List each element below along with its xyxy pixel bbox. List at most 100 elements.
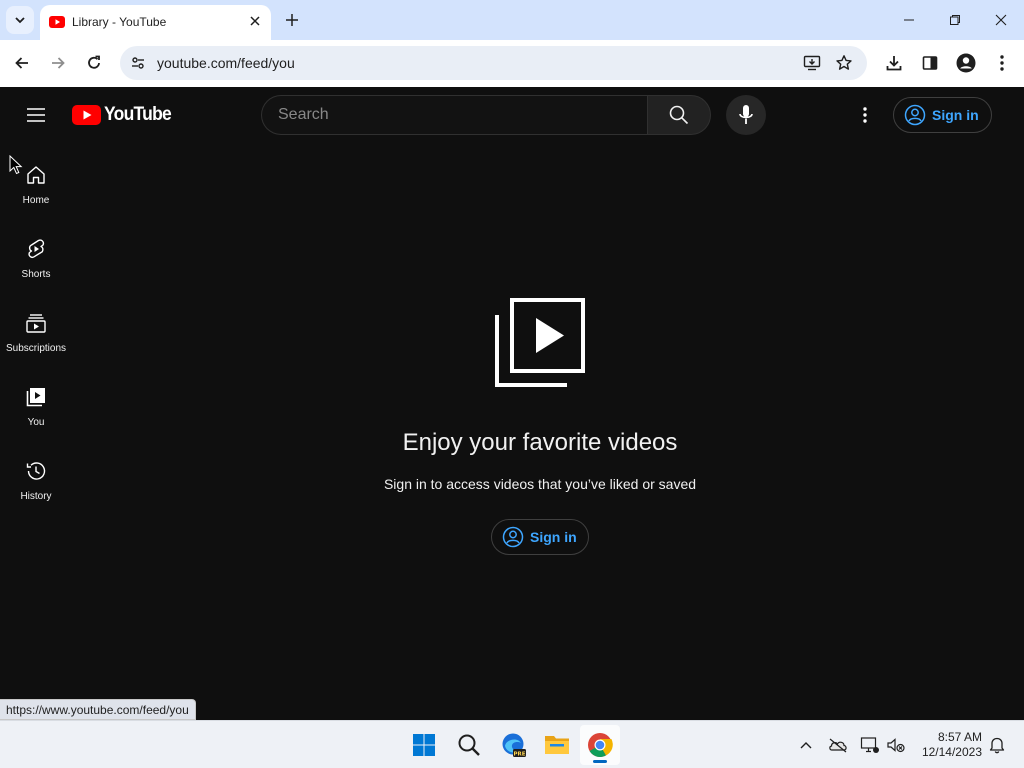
- chevron-down-icon: [15, 17, 25, 24]
- show-hidden-icons-button[interactable]: [794, 733, 818, 757]
- window-close-button[interactable]: [991, 10, 1011, 30]
- edge-beta-app[interactable]: PRE: [494, 725, 534, 765]
- microphone-icon: [739, 105, 753, 124]
- browser-toolbar: youtube.com/feed/you: [0, 40, 1024, 87]
- onedrive-icon: [829, 738, 847, 753]
- side-panel-icon: [922, 56, 938, 70]
- svg-text:PRE: PRE: [513, 751, 525, 757]
- forward-icon: [52, 57, 65, 69]
- youtube-wordmark: YouTube: [104, 104, 172, 125]
- chrome-app[interactable]: [580, 725, 620, 765]
- search-input[interactable]: [278, 105, 628, 125]
- side-panel-button[interactable]: [918, 51, 942, 75]
- guide-item-you[interactable]: You: [0, 365, 72, 439]
- sign-in-label: Sign in: [530, 529, 577, 545]
- restore-button[interactable]: [945, 10, 965, 30]
- volume-muted-icon: [887, 738, 905, 753]
- hamburger-menu-icon: [27, 108, 45, 122]
- link-status-bubble: https://www.youtube.com/feed/you: [0, 699, 196, 720]
- taskbar-clock[interactable]: 8:57 AM 12/14/2023: [912, 730, 982, 760]
- browser-tab[interactable]: Library - YouTube: [40, 5, 271, 40]
- start-button[interactable]: [404, 725, 444, 765]
- network-tray-button[interactable]: [858, 733, 882, 757]
- play-library-illustration-icon: [495, 298, 585, 387]
- youtube-logo[interactable]: YouTube: [72, 104, 177, 126]
- downloads-button[interactable]: [882, 51, 906, 75]
- site-info-button[interactable]: [129, 54, 147, 72]
- browser-tab-strip: Library - YouTube: [0, 0, 1024, 40]
- guide-item-label: You: [27, 417, 45, 428]
- bookmark-star-icon: [836, 55, 852, 70]
- file-explorer-app[interactable]: [537, 725, 577, 765]
- windows-start-icon: [413, 734, 435, 756]
- mouse-cursor-icon: [9, 155, 23, 175]
- tab-search-button[interactable]: [6, 6, 34, 34]
- minimize-button[interactable]: [899, 10, 919, 30]
- file-explorer-icon: [545, 736, 569, 754]
- downloads-icon: [886, 56, 902, 71]
- guide-item-label: History: [20, 491, 52, 502]
- sign-in-button-header[interactable]: Sign in: [893, 97, 992, 133]
- more-vertical-icon: [863, 107, 867, 123]
- you-library-icon: [24, 385, 48, 409]
- volume-tray-button[interactable]: [884, 733, 908, 757]
- chrome-menu-button[interactable]: [990, 51, 1014, 75]
- plus-icon: [286, 14, 298, 26]
- chrome-menu-icon: [1000, 55, 1004, 71]
- account-circle-icon: [904, 104, 926, 126]
- network-icon: [860, 737, 879, 753]
- settings-more-button[interactable]: [853, 103, 877, 127]
- notification-center-button[interactable]: [985, 733, 1009, 757]
- tab-title: Library - YouTube: [72, 15, 167, 29]
- reload-button[interactable]: [82, 51, 106, 75]
- chevron-up-icon: [800, 742, 812, 749]
- tab-close-button[interactable]: [247, 13, 263, 29]
- profile-button[interactable]: [954, 51, 978, 75]
- chrome-icon: [588, 733, 613, 758]
- reload-icon: [88, 55, 100, 69]
- forward-button[interactable]: [46, 51, 70, 75]
- guide-item-label: Subscriptions: [5, 343, 67, 354]
- address-bar[interactable]: youtube.com/feed/you: [120, 46, 867, 80]
- shorts-icon: [24, 237, 48, 261]
- install-app-icon: [803, 55, 821, 71]
- address-bar-url[interactable]: youtube.com/feed/you: [157, 55, 295, 71]
- guide-item-history[interactable]: History: [0, 439, 72, 513]
- restore-icon: [950, 15, 960, 25]
- guide-item-subscriptions[interactable]: Subscriptions: [0, 291, 72, 365]
- windows-taskbar: PRE 8:57 AM 12/14/2023: [0, 720, 1024, 768]
- profile-icon: [956, 53, 976, 73]
- clock-date: 12/14/2023: [921, 745, 982, 759]
- guide-item-label: Home: [22, 195, 50, 206]
- voice-search-button[interactable]: [726, 95, 766, 135]
- search-box: [261, 95, 648, 135]
- sign-in-label: Sign in: [932, 107, 979, 123]
- guide-menu-button[interactable]: [20, 99, 52, 131]
- search-icon: [669, 105, 689, 125]
- bookmark-button[interactable]: [834, 53, 854, 73]
- back-icon: [15, 57, 28, 69]
- sign-in-button-main[interactable]: Sign in: [491, 519, 589, 555]
- back-button[interactable]: [10, 51, 34, 75]
- search-button[interactable]: [647, 95, 711, 135]
- close-icon: [250, 16, 260, 26]
- subscriptions-icon: [24, 311, 48, 335]
- guide-item-shorts[interactable]: Shorts: [0, 217, 72, 291]
- search-icon: [458, 734, 480, 756]
- youtube-favicon-icon: [49, 16, 65, 28]
- guide-item-label: Shorts: [21, 269, 51, 280]
- account-circle-icon: [502, 526, 524, 548]
- window-close-icon: [995, 14, 1007, 26]
- onedrive-tray-button[interactable]: [826, 733, 850, 757]
- history-icon: [24, 459, 48, 483]
- empty-state-subtitle: Sign in to access videos that you’ve lik…: [383, 476, 697, 492]
- taskbar-search-button[interactable]: [449, 725, 489, 765]
- site-info-icon: [132, 57, 144, 69]
- notification-bell-icon: [989, 737, 1005, 754]
- active-app-indicator: [593, 760, 607, 763]
- new-tab-button[interactable]: [282, 10, 302, 30]
- edge-beta-icon: PRE: [502, 733, 526, 757]
- install-app-button[interactable]: [802, 53, 822, 73]
- home-icon: [24, 163, 48, 187]
- minimize-icon: [904, 19, 914, 21]
